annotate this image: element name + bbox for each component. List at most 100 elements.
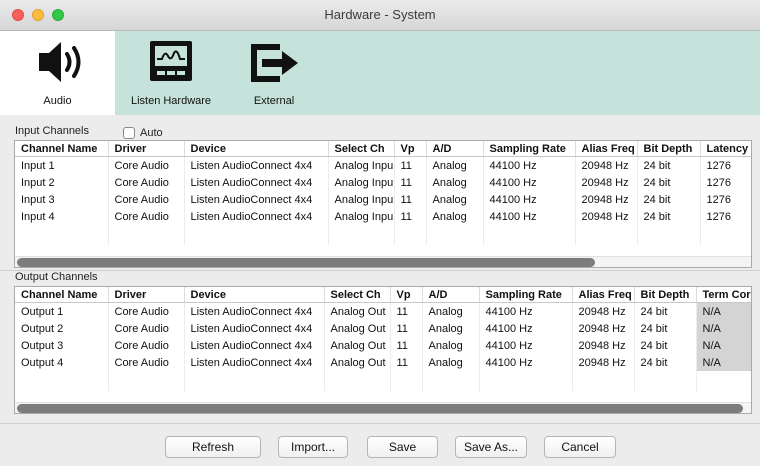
input-table-cell[interactable]: 44100 Hz <box>483 191 576 208</box>
output-table-cell[interactable]: 24 bit <box>634 302 697 320</box>
input-table-cell[interactable]: 24 bit <box>637 174 701 191</box>
input-table-cell[interactable]: 44100 Hz <box>483 174 576 191</box>
input-table-cell[interactable]: 20948 Hz <box>575 156 638 174</box>
input-column-header[interactable]: Channel Name <box>15 141 109 157</box>
input-table-row[interactable]: Input 1 Core Audio Listen AudioConnect 4x4… <box>15 156 751 174</box>
input-table-cell[interactable]: Core Audio <box>108 156 185 174</box>
input-table-cell[interactable]: 20948 Hz <box>575 191 638 208</box>
output-table-cell[interactable]: Output 1 <box>15 302 109 320</box>
input-table-cell[interactable]: 44100 Hz <box>483 208 576 225</box>
output-horizontal-scrollbar[interactable] <box>17 404 743 413</box>
output-table-cell[interactable]: 24 bit <box>634 320 697 337</box>
input-table-cell[interactable]: Analog Inpu <box>328 156 395 174</box>
input-table-cell[interactable]: Listen AudioConnect 4x4 <box>184 156 329 174</box>
input-column-header[interactable]: Sampling Rate <box>483 141 576 157</box>
output-table-cell[interactable]: Analog Out <box>324 354 391 371</box>
output-column-header[interactable]: Term Cor <box>696 287 751 303</box>
input-table-cell[interactable]: 11 <box>394 156 427 174</box>
output-table-cell[interactable]: Core Audio <box>108 302 185 320</box>
output-table-cell[interactable]: 44100 Hz <box>479 320 573 337</box>
input-table-cell[interactable]: 20948 Hz <box>575 174 638 191</box>
output-table-cell[interactable]: 24 bit <box>634 337 697 354</box>
output-column-header[interactable]: Driver <box>108 287 185 303</box>
output-table-cell[interactable]: Analog <box>422 354 480 371</box>
input-table-cell[interactable]: 20948 Hz <box>575 208 638 225</box>
input-table-cell[interactable]: Listen AudioConnect 4x4 <box>184 174 329 191</box>
input-table-cell[interactable]: Input 4 <box>15 208 109 225</box>
save-as-button[interactable]: Save As... <box>455 436 527 458</box>
input-column-header[interactable]: Latency <box>700 141 751 157</box>
output-column-header[interactable]: Sampling Rate <box>479 287 573 303</box>
output-table-cell[interactable]: N/A <box>696 320 751 337</box>
output-table-row[interactable]: Output 3 Core Audio Listen AudioConnect 4x… <box>15 337 751 354</box>
output-column-header[interactable]: Alias Freq <box>572 287 635 303</box>
input-table-cell[interactable]: Input 1 <box>15 156 109 174</box>
input-table-cell[interactable]: 11 <box>394 191 427 208</box>
output-column-header[interactable]: Bit Depth <box>634 287 697 303</box>
output-column-header[interactable]: Device <box>184 287 325 303</box>
input-column-header[interactable]: A/D <box>426 141 484 157</box>
output-table-cell[interactable]: 11 <box>390 354 423 371</box>
output-table-cell[interactable]: Analog Out <box>324 320 391 337</box>
input-table-cell[interactable]: 1276 <box>700 174 751 191</box>
input-column-header[interactable]: Alias Freq <box>575 141 638 157</box>
input-horizontal-scrollbar[interactable] <box>17 258 595 267</box>
refresh-button[interactable]: Refresh <box>165 436 261 458</box>
input-table-cell[interactable]: Core Audio <box>108 191 185 208</box>
output-table-cell[interactable]: 44100 Hz <box>479 354 573 371</box>
output-table-cell[interactable]: 20948 Hz <box>572 302 635 320</box>
output-table-cell[interactable]: Listen AudioConnect 4x4 <box>184 320 325 337</box>
input-table-cell[interactable]: Listen AudioConnect 4x4 <box>184 208 329 225</box>
output-table-cell[interactable]: 44100 Hz <box>479 302 573 320</box>
input-table-cell[interactable]: Input 2 <box>15 174 109 191</box>
input-column-header[interactable]: Vp <box>394 141 427 157</box>
output-table-cell[interactable]: Analog <box>422 320 480 337</box>
input-table-cell[interactable]: Analog Inpu <box>328 208 395 225</box>
output-table-cell[interactable]: 11 <box>390 302 423 320</box>
input-table-cell[interactable]: Analog <box>426 156 484 174</box>
output-table-cell[interactable]: Core Audio <box>108 337 185 354</box>
input-table-cell[interactable]: Core Audio <box>108 208 185 225</box>
cancel-button[interactable]: Cancel <box>544 436 616 458</box>
input-column-header[interactable]: Device <box>184 141 329 157</box>
output-table-cell[interactable]: Listen AudioConnect 4x4 <box>184 337 325 354</box>
input-table-cell[interactable]: Analog <box>426 174 484 191</box>
output-column-header[interactable]: Vp <box>390 287 423 303</box>
save-button[interactable]: Save <box>367 436 438 458</box>
output-table-cell[interactable]: Output 4 <box>15 354 109 371</box>
output-table-cell[interactable]: 44100 Hz <box>479 337 573 354</box>
output-table-cell[interactable]: 24 bit <box>634 354 697 371</box>
input-table-cell[interactable]: Analog <box>426 208 484 225</box>
input-table-cell[interactable]: 24 bit <box>637 208 701 225</box>
output-table-cell[interactable]: 11 <box>390 320 423 337</box>
output-table-cell[interactable]: 20948 Hz <box>572 320 635 337</box>
output-column-header[interactable]: Select Ch <box>324 287 391 303</box>
output-table-cell[interactable]: Output 3 <box>15 337 109 354</box>
input-table-cell[interactable]: 44100 Hz <box>483 156 576 174</box>
output-table-row[interactable]: Output 2 Core Audio Listen AudioConnect 4x… <box>15 320 751 337</box>
input-table-cell[interactable]: 24 bit <box>637 191 701 208</box>
output-table-cell[interactable]: N/A <box>696 302 751 320</box>
input-table-row[interactable]: Input 4 Core Audio Listen AudioConnect 4x4… <box>15 208 751 225</box>
output-table-cell[interactable]: Analog <box>422 302 480 320</box>
output-table-cell[interactable]: Output 2 <box>15 320 109 337</box>
toolbar-listen-hardware-tab[interactable]: Listen Hardware <box>115 31 227 115</box>
auto-checkbox[interactable] <box>123 127 135 139</box>
output-table-row[interactable]: Output 4 Core Audio Listen AudioConnect 4x… <box>15 354 751 371</box>
input-table-cell[interactable]: 1276 <box>700 191 751 208</box>
output-table-cell[interactable]: Core Audio <box>108 320 185 337</box>
input-table-cell[interactable]: 11 <box>394 174 427 191</box>
input-table-cell[interactable]: Analog Inpu <box>328 191 395 208</box>
output-table-cell[interactable]: Analog <box>422 337 480 354</box>
output-table-cell[interactable]: N/A <box>696 354 751 371</box>
output-table-cell[interactable]: 20948 Hz <box>572 354 635 371</box>
input-table-cell[interactable]: 1276 <box>700 156 751 174</box>
input-table-cell[interactable]: 11 <box>394 208 427 225</box>
output-table-cell[interactable]: N/A <box>696 337 751 354</box>
toolbar-audio-tab[interactable]: Audio <box>0 31 115 115</box>
input-table-cell[interactable]: Analog <box>426 191 484 208</box>
input-table-cell[interactable]: Listen AudioConnect 4x4 <box>184 191 329 208</box>
import-button[interactable]: Import... <box>278 436 348 458</box>
input-table-cell[interactable]: Core Audio <box>108 174 185 191</box>
output-column-header[interactable]: Channel Name <box>15 287 109 303</box>
